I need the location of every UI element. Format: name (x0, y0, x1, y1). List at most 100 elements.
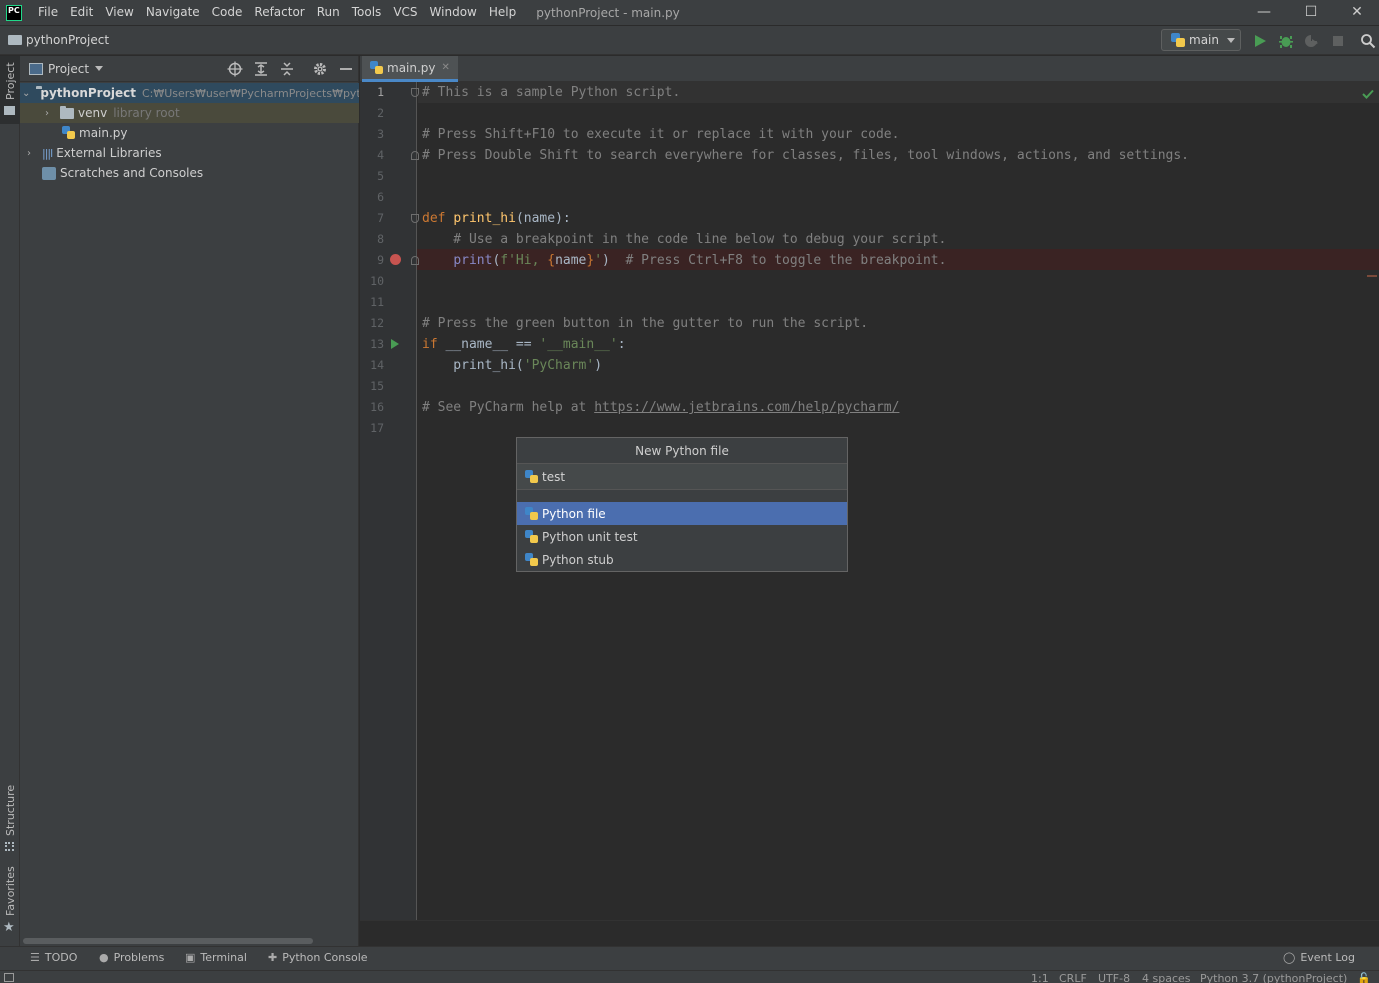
breakpoint-icon[interactable] (390, 254, 401, 265)
indent-setting[interactable]: 4 spaces (1142, 972, 1191, 983)
code-line-3: # Press Shift+F10 to execute it or repla… (422, 127, 900, 142)
code-line-13: if __name__ == '__main__': (422, 337, 626, 352)
chevron-right-icon[interactable]: › (40, 108, 54, 119)
project-view-icon (29, 62, 43, 75)
python-console-icon: ✚ (268, 951, 278, 964)
tree-item-scratches[interactable]: Scratches and Consoles (20, 163, 359, 183)
window-title: pythonProject - main.py (536, 5, 680, 20)
menu-tools[interactable]: Tools (346, 0, 388, 25)
close-button[interactable]: ✕ (1334, 0, 1379, 25)
lock-icon[interactable]: 🔓 (1357, 972, 1371, 983)
python-console-tool-button[interactable]: ✚ Python Console (268, 951, 368, 964)
chevron-down-icon (1226, 37, 1235, 43)
horizontal-scrollbar[interactable] (23, 938, 313, 944)
popup-item-label: Python file (542, 506, 606, 521)
project-tool-tab[interactable]: Project (0, 56, 20, 124)
maximize-button[interactable]: ☐ (1288, 0, 1334, 25)
collapse-all-icon[interactable] (279, 61, 295, 77)
python-file-icon (525, 552, 538, 567)
code-line-14: print_hi('PyCharm') (422, 358, 603, 373)
tree-item-label: pythonProject (40, 86, 136, 100)
project-panel-header: Project (20, 56, 358, 82)
python-icon (1171, 33, 1185, 47)
hide-panel-icon[interactable] (338, 61, 354, 77)
project-panel: Project ⌄ pythonProject C:₩Users₩user₩Py… (20, 56, 359, 946)
popup-item-python-stub[interactable]: Python stub (517, 548, 847, 571)
editor-gutter: 1 2 3 4 5 6 7 8 9 10 11 12 13 14 15 16 1… (360, 82, 419, 920)
line-number: 6 (377, 190, 384, 204)
todo-tool-button[interactable]: ☰ TODO (30, 951, 77, 964)
project-view-selector[interactable]: Project (48, 62, 89, 76)
code-line-1: # This is a sample Python script. (422, 85, 681, 100)
line-number: 12 (370, 316, 384, 330)
menu-refactor[interactable]: Refactor (248, 0, 310, 25)
run-gutter-icon[interactable] (390, 338, 400, 350)
python-file-icon (370, 60, 383, 75)
event-log-tool-button[interactable]: ◯ Event Log (1283, 951, 1355, 964)
tree-item-main-py[interactable]: main.py (20, 123, 359, 143)
gear-icon[interactable] (312, 61, 328, 77)
menu-help[interactable]: Help (483, 0, 522, 25)
expand-all-icon[interactable] (253, 61, 269, 77)
line-number: 14 (370, 358, 384, 372)
tree-item-venv[interactable]: › venv library root (20, 103, 359, 123)
event-log-icon: ◯ (1283, 951, 1296, 964)
menu-code[interactable]: Code (206, 0, 249, 25)
help-link[interactable]: https://www.jetbrains.com/help/pycharm/ (594, 400, 899, 415)
run-configuration-dropdown[interactable]: main (1161, 29, 1241, 51)
status-bar: 1:1 CRLF UTF-8 4 spaces Python 3.7 (pyth… (0, 970, 1379, 983)
popup-item-python-unit-test[interactable]: Python unit test (517, 525, 847, 548)
list-icon: ☰ (30, 951, 40, 964)
tool-windows-toggle-icon[interactable] (4, 973, 14, 982)
chevron-right-icon[interactable]: › (22, 148, 36, 159)
popup-item-python-file[interactable]: Python file (517, 502, 847, 525)
chevron-down-icon[interactable] (95, 66, 104, 71)
menu-run[interactable]: Run (311, 0, 346, 25)
locate-file-icon[interactable] (227, 61, 243, 77)
tree-item-label: External Libraries (56, 146, 162, 160)
tree-item-pythonproject[interactable]: ⌄ pythonProject C:₩Users₩user₩PycharmPro… (20, 83, 359, 103)
inspection-ok-icon[interactable] (1362, 89, 1374, 99)
menu-window[interactable]: Window (424, 0, 483, 25)
chevron-down-icon[interactable]: ⌄ (22, 88, 30, 99)
debug-icon[interactable] (1278, 33, 1294, 49)
line-separator[interactable]: CRLF (1059, 972, 1087, 983)
stop-icon[interactable] (1330, 33, 1346, 49)
tree-item-path: C:₩Users₩user₩PycharmProjects₩pythonProj… (141, 86, 359, 100)
python-interpreter[interactable]: Python 3.7 (pythonProject) (1200, 972, 1347, 983)
python-file-icon (62, 126, 75, 140)
tab-label: main.py (387, 60, 436, 75)
caret-position[interactable]: 1:1 (1031, 972, 1049, 983)
run-with-coverage-icon[interactable] (1303, 33, 1319, 49)
menu-edit[interactable]: Edit (64, 0, 99, 25)
tab-main-py[interactable]: main.py ✕ (362, 56, 458, 82)
menu-view[interactable]: View (99, 0, 139, 25)
code-line-4: # Press Double Shift to search everywher… (422, 148, 1190, 163)
menu-vcs[interactable]: VCS (387, 0, 423, 25)
problems-icon: ● (99, 951, 109, 964)
breadcrumb-project[interactable]: pythonProject (26, 33, 109, 47)
tree-item-external-libraries[interactable]: › |||l External Libraries (20, 143, 359, 163)
problems-tool-button[interactable]: ● Problems (99, 951, 164, 964)
file-encoding[interactable]: UTF-8 (1098, 972, 1130, 983)
editor-bottom-area (360, 920, 1379, 946)
close-tab-icon[interactable]: ✕ (442, 62, 450, 73)
run-icon[interactable] (1252, 33, 1268, 49)
line-number: 8 (377, 232, 384, 246)
minimize-button[interactable]: — (1241, 0, 1287, 25)
title-bar: PC File Edit View Navigate Code Refactor… (0, 0, 1379, 25)
terminal-tool-button[interactable]: ▣ Terminal (185, 951, 247, 964)
python-file-icon (525, 506, 538, 521)
menu-navigate[interactable]: Navigate (140, 0, 206, 25)
folder-icon (60, 105, 74, 119)
bottom-tool-bar: ☰ TODO ● Problems ▣ Terminal ✚ Python Consol… (0, 946, 1379, 970)
tree-item-label: Scratches and Consoles (60, 166, 204, 180)
favorites-tool-tab[interactable]: Favorites ★ (0, 866, 20, 943)
search-everywhere-icon[interactable] (1360, 33, 1376, 49)
scratches-icon (42, 166, 56, 180)
structure-tool-tab[interactable]: Structure (0, 785, 20, 856)
menu-file[interactable]: File (32, 0, 64, 25)
structure-icon (5, 842, 14, 851)
file-name-input[interactable] (542, 469, 822, 484)
code-line-9: print(f'Hi, {name}') # Press Ctrl+F8 to … (453, 253, 947, 268)
